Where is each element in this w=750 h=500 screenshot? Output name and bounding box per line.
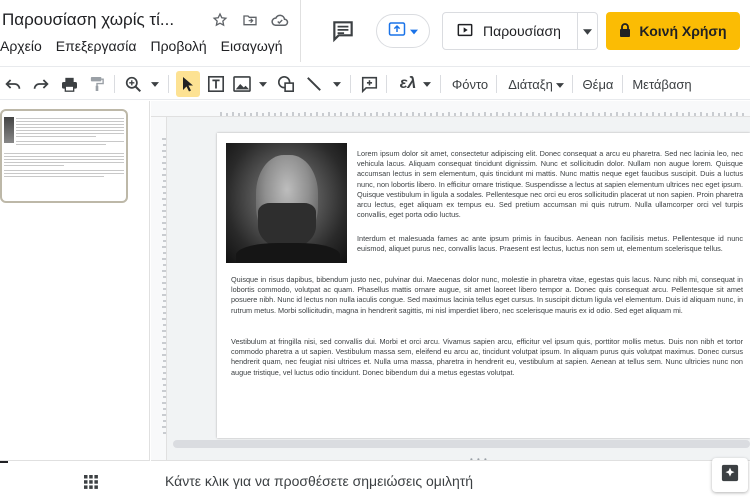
menu-view[interactable]: Προβολή <box>150 38 206 54</box>
thumbnail-photo <box>4 117 14 143</box>
paragraph-1[interactable]: Lorem ipsum dolor sit amet, consectetur … <box>357 149 743 220</box>
portrait-image[interactable] <box>226 143 347 263</box>
thumbnail-text-line <box>4 162 124 163</box>
transition-button[interactable]: Μετάβαση <box>630 71 694 97</box>
share-label: Κοινή Χρήση <box>639 23 727 39</box>
thumbnail-text-line <box>16 136 96 137</box>
present-to-meet-icon <box>388 21 406 42</box>
thumbnail-text-line <box>4 176 104 177</box>
input-tools-button[interactable]: ελ <box>396 71 420 97</box>
layout-button[interactable]: Διάταξη <box>506 71 566 97</box>
present-options-button[interactable] <box>578 22 597 40</box>
thumbnail-text-line <box>4 173 124 174</box>
cloud-status-icon[interactable] <box>270 10 290 30</box>
horizontal-ruler[interactable] <box>151 101 750 117</box>
thumbnail-text-line <box>16 118 124 119</box>
toolbar-divider <box>114 75 115 93</box>
slideshow-icon <box>457 23 473 40</box>
chevron-down-icon <box>410 22 418 40</box>
filmstrip-footer <box>0 460 150 500</box>
thumbnail-text-line <box>16 130 124 131</box>
thumbnail-text-line <box>4 153 124 154</box>
horizontal-scrollbar[interactable] <box>173 440 750 448</box>
star-icon[interactable] <box>210 10 230 30</box>
top-bar: Παρουσίαση χωρίς τί... Αρχείο Επεξεργασί… <box>0 0 750 62</box>
toolbar-divider <box>386 75 387 93</box>
thumbnail-text-line <box>4 170 124 171</box>
filmstrip-indicator <box>0 461 8 463</box>
meet-present-button[interactable] <box>376 14 430 48</box>
chevron-down-icon[interactable] <box>330 71 344 97</box>
thumbnail-text-line <box>4 165 64 166</box>
thumbnail-text-line <box>16 127 124 128</box>
select-cursor-icon[interactable] <box>176 71 200 97</box>
thumbnail-text-line <box>16 133 124 134</box>
thumbnail-text-line <box>16 144 106 145</box>
share-button[interactable]: Κοινή Χρήση <box>606 12 740 50</box>
toolbar-divider <box>622 75 623 93</box>
comments-icon[interactable] <box>330 18 356 44</box>
thumbnail-text-line <box>16 121 124 122</box>
move-to-folder-icon[interactable] <box>240 10 260 30</box>
zoom-icon[interactable] <box>122 71 144 97</box>
paragraph-3[interactable]: Quisque in risus dapibus, bibendum justo… <box>231 275 743 316</box>
lock-icon <box>619 22 631 40</box>
shape-icon[interactable] <box>274 71 298 97</box>
paint-format-icon[interactable] <box>86 71 108 97</box>
slide-canvas[interactable]: Lorem ipsum dolor sit amet, consectetur … <box>217 133 750 438</box>
menu-file[interactable]: Αρχείο <box>0 38 42 54</box>
portrait-shirt <box>236 243 340 263</box>
chevron-down-icon <box>583 22 592 40</box>
present-split-button: Παρουσίαση <box>442 12 598 50</box>
toolbar-divider <box>572 75 573 93</box>
thumbnail-text-line <box>4 159 124 160</box>
theme-button[interactable]: Θέμα <box>580 71 616 97</box>
grid-view-icon[interactable] <box>84 475 98 494</box>
chevron-down-icon[interactable] <box>148 71 162 97</box>
menu-edit[interactable]: Επεξεργασία <box>56 38 137 54</box>
toolbar-divider <box>350 75 351 93</box>
speaker-notes-placeholder: Κάντε κλικ για να προσθέσετε σημειώσεις … <box>165 473 474 489</box>
explore-button[interactable] <box>712 458 748 492</box>
thumbnail-text-line <box>16 141 124 142</box>
toolbar: ελ Φόντο Διάταξη Θέμα Μετάβαση <box>0 66 750 100</box>
thumbnail-text-line <box>16 124 124 125</box>
slide-filmstrip <box>0 101 150 460</box>
menu-bar: Αρχείο Επεξεργασία Προβολή Εισαγωγή <box>0 38 283 54</box>
document-title[interactable]: Παρουσίαση χωρίς τί... <box>2 10 174 30</box>
header-divider <box>300 0 301 62</box>
undo-icon[interactable] <box>2 71 24 97</box>
thumbnail-text-line <box>4 156 124 157</box>
layout-label: Διάταξη <box>508 76 553 92</box>
chevron-down-icon <box>555 75 564 93</box>
present-label: Παρουσίαση <box>483 23 561 39</box>
chevron-down-icon[interactable] <box>420 71 434 97</box>
vertical-ruler[interactable] <box>151 117 167 460</box>
chevron-down-icon[interactable] <box>256 71 270 97</box>
background-button[interactable]: Φόντο <box>450 71 490 97</box>
paragraph-2[interactable]: Interdum et malesuada fames ac ante ipsu… <box>357 234 743 254</box>
toolbar-divider <box>496 75 497 93</box>
title-icons <box>210 10 290 30</box>
present-button[interactable]: Παρουσίαση <box>443 13 577 49</box>
explore-icon <box>721 464 739 487</box>
slide-thumbnail[interactable] <box>0 109 128 203</box>
redo-icon[interactable] <box>30 71 52 97</box>
toolbar-divider <box>440 75 441 93</box>
toolbar-divider <box>168 75 169 93</box>
line-icon[interactable] <box>302 71 326 97</box>
print-icon[interactable] <box>58 71 80 97</box>
speaker-notes[interactable]: Κάντε κλικ για να προσθέσετε σημειώσεις … <box>151 460 750 500</box>
menu-insert[interactable]: Εισαγωγή <box>221 38 283 54</box>
paragraph-4[interactable]: Vestibulum at fringilla nisi, sed conval… <box>231 337 743 378</box>
insert-image-icon[interactable] <box>230 71 254 97</box>
text-box-icon[interactable] <box>204 71 228 97</box>
add-comment-icon[interactable] <box>358 71 380 97</box>
